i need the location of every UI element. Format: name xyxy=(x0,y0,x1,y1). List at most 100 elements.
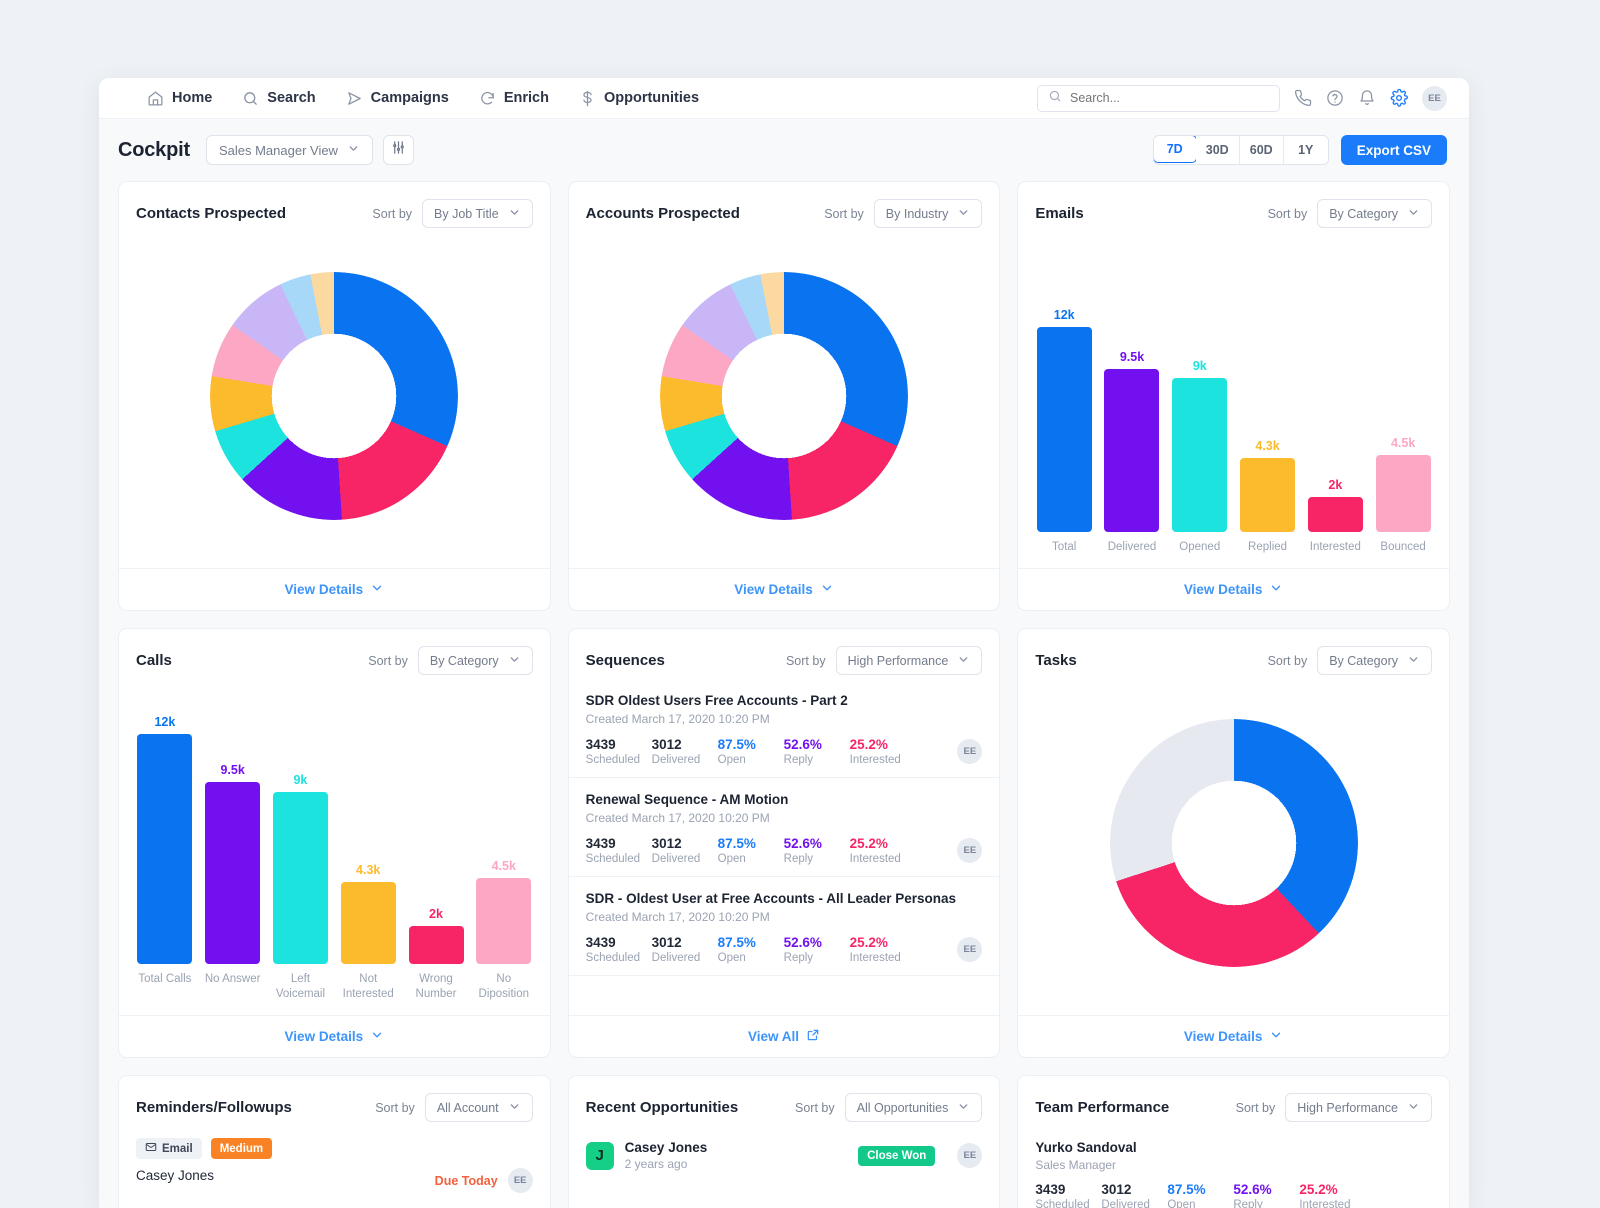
send-icon xyxy=(346,90,363,107)
sequence-avatar[interactable]: EE xyxy=(957,838,983,863)
search-icon xyxy=(1048,89,1062,108)
bar-column: 9.5k xyxy=(1098,350,1166,532)
sequence-stat-key: Open xyxy=(717,853,746,865)
team-member-row[interactable]: Yurko Sandoval Sales Manager 3439 Schedul… xyxy=(1018,1126,1449,1208)
search-input[interactable] xyxy=(1070,91,1269,105)
donut-chart-contacts: 12,500 Total xyxy=(119,232,550,568)
bar-column: 4.3k xyxy=(1234,439,1302,532)
sequence-stat-key: Reply xyxy=(783,754,814,766)
nav-item-home-label: Home xyxy=(172,90,213,106)
view-all-sequences[interactable]: View All xyxy=(568,1015,1000,1057)
team-stat: 3439 Scheduled xyxy=(1035,1182,1101,1208)
bar[interactable] xyxy=(340,881,396,965)
phone-icon[interactable] xyxy=(1294,89,1312,107)
sort-select-emails[interactable]: By Category xyxy=(1317,199,1432,228)
sequence-item[interactable]: SDR Oldest Users Free Accounts - Part 2 C… xyxy=(568,679,1000,778)
bell-icon[interactable] xyxy=(1358,89,1376,107)
sort-select-contacts[interactable]: By Job Title xyxy=(422,199,533,228)
card-header: Reminders/Followups Sort by All Account xyxy=(119,1076,550,1126)
bar-value-label: 4.5k xyxy=(491,859,516,873)
reminder-contact-name: Casey Jones xyxy=(136,1168,215,1183)
bar[interactable] xyxy=(1240,458,1296,532)
bar[interactable] xyxy=(137,734,193,965)
reminder-avatar[interactable]: EE xyxy=(507,1168,533,1193)
card-emails: Emails Sort by By Category 12k 9.5k 9k 4.3k… xyxy=(1017,181,1450,611)
export-csv-button[interactable]: Export CSV xyxy=(1340,135,1447,165)
chip-email[interactable]: Email xyxy=(136,1138,202,1159)
sequence-avatar[interactable]: EE xyxy=(957,739,983,764)
global-search-box[interactable] xyxy=(1037,84,1280,112)
bar[interactable] xyxy=(1104,369,1160,532)
sort-by-label: Sort by xyxy=(368,653,408,668)
view-details-contacts[interactable]: View Details xyxy=(119,568,550,610)
envelope-icon xyxy=(145,1141,157,1156)
reminder-due-label: Due Today xyxy=(434,1173,498,1188)
team-stat: 87.5% Open xyxy=(1167,1182,1233,1208)
sort-select-opportunities[interactable]: All Opportunities xyxy=(844,1093,983,1122)
gear-icon[interactable] xyxy=(1390,89,1408,107)
bar-category-label: Total xyxy=(1052,540,1077,553)
sort-select-team[interactable]: High Performance xyxy=(1285,1093,1432,1122)
sort-select-tasks[interactable]: By Category xyxy=(1317,646,1432,675)
opportunity-row[interactable]: J Casey Jones 2 years ago Close Won EE xyxy=(569,1126,1000,1171)
bar[interactable] xyxy=(1172,377,1228,532)
bar-column: 2k xyxy=(1301,478,1369,532)
bar[interactable] xyxy=(1036,326,1092,532)
range-button-60d[interactable]: 60D xyxy=(1239,136,1284,164)
bar-value-label: 9k xyxy=(1192,358,1207,373)
view-selector[interactable]: Sales Manager View xyxy=(205,135,373,165)
range-button-7d[interactable]: 7D xyxy=(1153,136,1197,163)
nav-item-home[interactable]: Home xyxy=(147,90,212,107)
nav-item-opportunities[interactable]: Opportunities xyxy=(579,90,699,107)
bar[interactable] xyxy=(1307,497,1363,532)
sequence-avatar[interactable]: EE xyxy=(957,937,983,962)
card-title: Contacts Prospected xyxy=(136,205,287,222)
filter-button[interactable] xyxy=(382,135,414,165)
dashboard-grid-row-1: Contacts Prospected Sort by By Job Title… xyxy=(99,181,1469,611)
sort-by-label: Sort by xyxy=(375,1100,415,1115)
view-details-emails[interactable]: View Details xyxy=(1018,568,1449,610)
bar[interactable] xyxy=(476,878,532,965)
view-details-accounts[interactable]: View Details xyxy=(568,568,1000,610)
bar-category-label: No Answer xyxy=(204,973,261,986)
nav-item-enrich[interactable]: Enrich xyxy=(479,90,549,107)
sort-select-sequences[interactable]: High Performance xyxy=(835,646,983,675)
bar[interactable] xyxy=(272,791,328,965)
team-stat-key: Delivered xyxy=(1101,1199,1150,1208)
range-button-30d[interactable]: 30D xyxy=(1195,136,1240,164)
view-details-calls[interactable]: View Details xyxy=(119,1015,550,1057)
reminder-row[interactable]: Casey Jones Due Today EE xyxy=(119,1159,550,1193)
card-header: Sequences Sort by High Performance xyxy=(569,629,1000,679)
sequence-stat-key: Scheduled xyxy=(585,754,641,766)
card-title: Tasks xyxy=(1035,652,1077,669)
donut-chart-accounts: 800 Total xyxy=(569,232,1000,568)
sequence-stat-key: Interested xyxy=(849,853,901,865)
nav-item-search[interactable]: Search xyxy=(242,90,316,107)
bar[interactable] xyxy=(205,782,261,965)
user-avatar[interactable]: EE xyxy=(1422,85,1447,111)
sort-select-reminders[interactable]: All Account xyxy=(424,1093,533,1122)
opportunity-avatar[interactable]: EE xyxy=(957,1143,983,1168)
nav-item-campaigns[interactable]: Campaigns xyxy=(346,90,449,107)
view-details-tasks[interactable]: View Details xyxy=(1018,1015,1449,1057)
view-details-label: View Details xyxy=(734,582,813,597)
bar-chart-calls-labels: Total Calls No Answer Left Voicemail Not In… xyxy=(119,964,550,1015)
date-range-group: 7D 30D 60D 1Y xyxy=(1152,135,1329,165)
bar-category-label: Bounced xyxy=(1380,540,1426,553)
sort-select-accounts[interactable]: By Industry xyxy=(873,199,983,228)
sequence-stat-value: 3012 xyxy=(651,935,682,950)
chip-priority-medium[interactable]: Medium xyxy=(210,1138,273,1159)
card-header: Tasks Sort by By Category xyxy=(1018,629,1449,679)
bar-column: 12k xyxy=(131,715,199,965)
sequence-title: SDR Oldest Users Free Accounts - Part 2 xyxy=(585,693,848,708)
sort-select-value: High Performance xyxy=(847,653,949,668)
sequence-item[interactable]: SDR - Oldest User at Free Accounts - All… xyxy=(568,877,1000,976)
help-icon[interactable] xyxy=(1326,89,1344,107)
bar[interactable] xyxy=(1375,454,1431,532)
range-button-1y[interactable]: 1Y xyxy=(1283,136,1328,164)
sort-select-calls[interactable]: By Category xyxy=(417,646,533,675)
chevron-down-icon xyxy=(1407,653,1420,669)
chevron-down-icon xyxy=(820,581,834,598)
bar[interactable] xyxy=(408,925,464,965)
sequence-item[interactable]: Renewal Sequence - AM Motion Created Marc… xyxy=(568,778,1000,877)
